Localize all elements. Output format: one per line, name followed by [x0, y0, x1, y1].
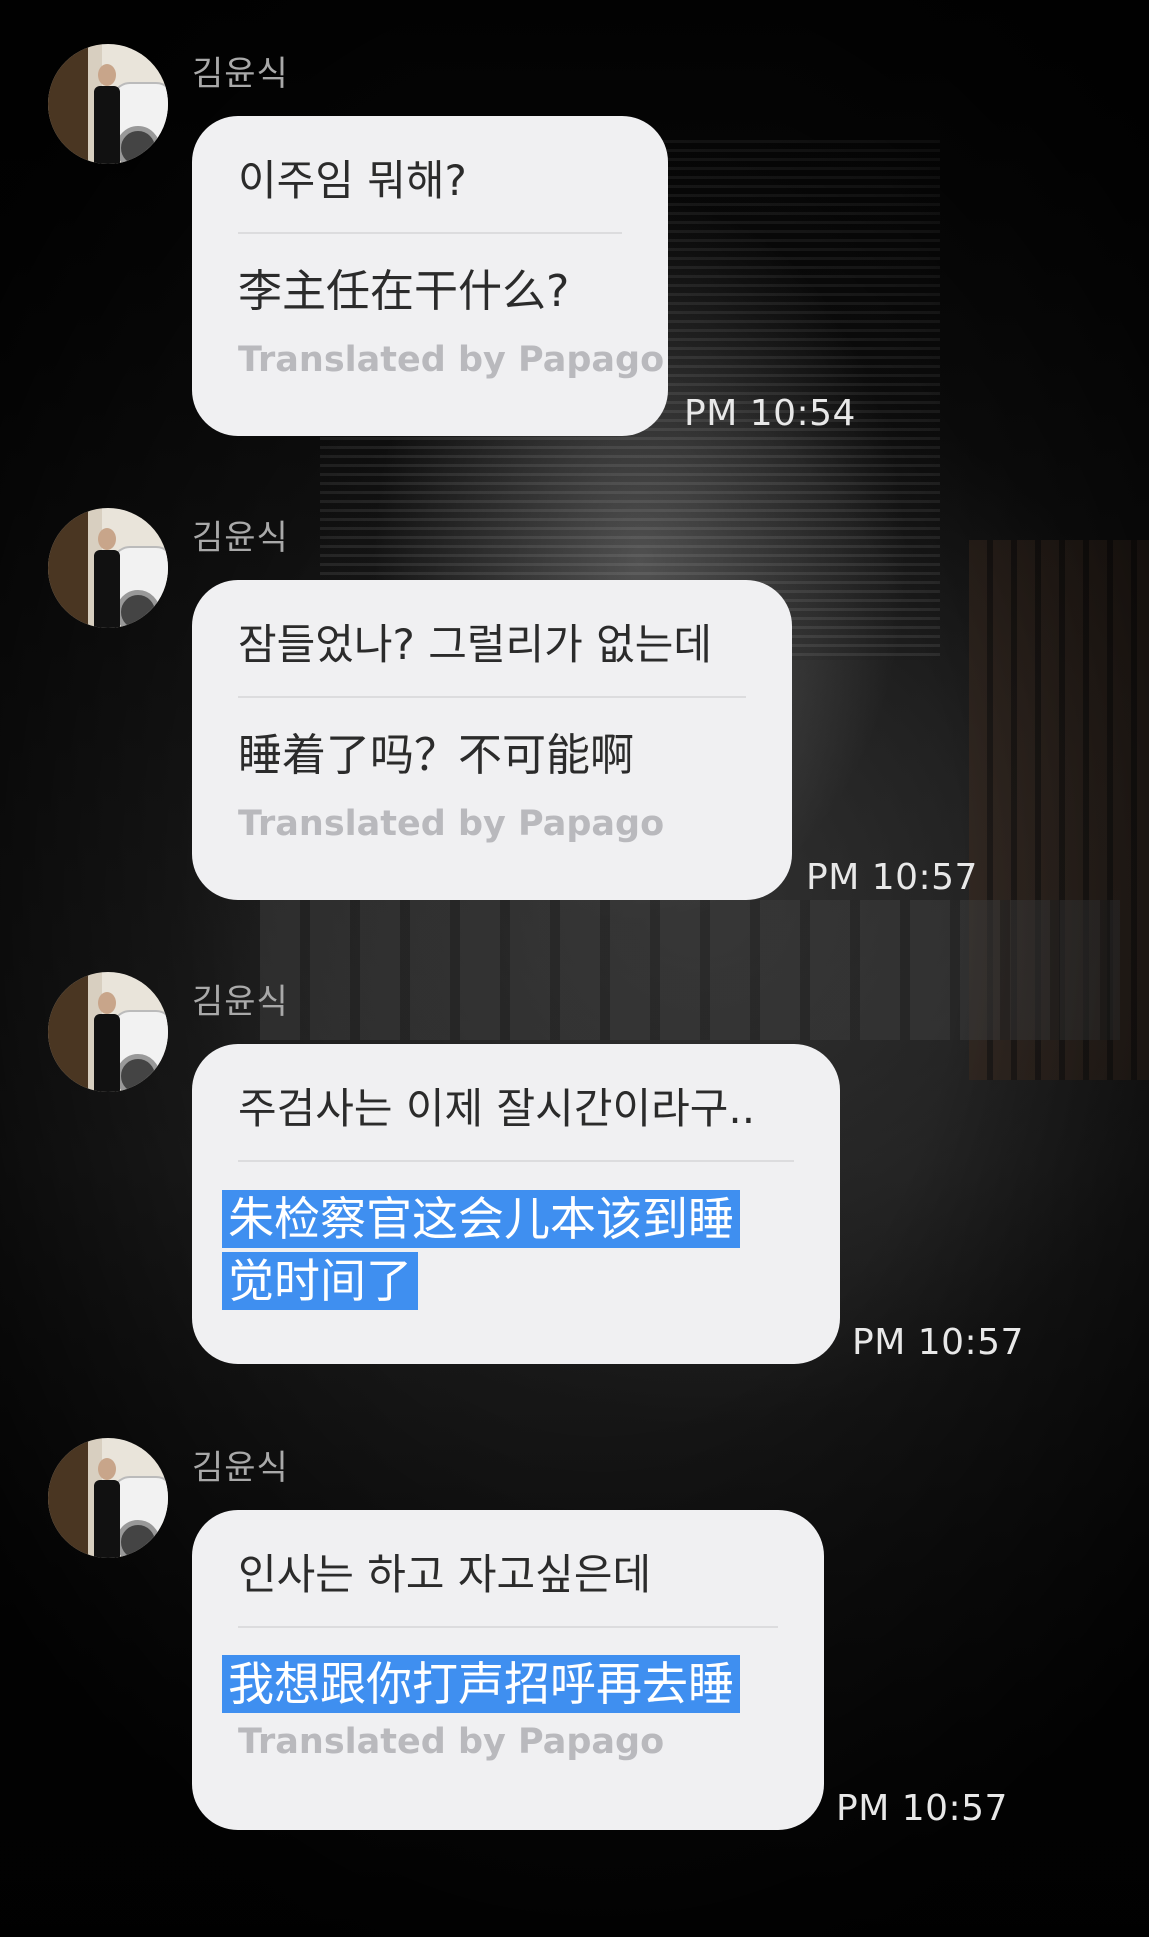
- translation-divider: [238, 1160, 794, 1162]
- original-text: 잠들었나? 그럴리가 없는데: [238, 620, 713, 669]
- sender-name: 김윤식: [192, 1448, 289, 1488]
- selected-translation-line-2: 觉时间了: [222, 1252, 418, 1310]
- message-bubble[interactable]: 인사는 하고 자고싶은데 我想跟你打声招呼再去睡 Translated by P…: [192, 1510, 824, 1830]
- message-time: PM 10:54: [684, 393, 856, 434]
- translation-credit: Translated by Papago: [238, 340, 665, 380]
- message-time: PM 10:57: [806, 857, 978, 898]
- translated-text: 睡着了吗？不可能啊: [238, 730, 634, 781]
- sender-avatar[interactable]: [48, 44, 168, 164]
- original-text: 이주임 뭐해?: [238, 156, 467, 205]
- message-bubble[interactable]: 주검사는 이제 잘시간이라구.. 朱检察官这会儿本该到睡 觉时间了: [192, 1044, 840, 1364]
- original-text: 인사는 하고 자고싶은데: [238, 1550, 652, 1599]
- sender-avatar[interactable]: [48, 508, 168, 628]
- sender-avatar[interactable]: [48, 972, 168, 1092]
- message-bubble[interactable]: 잠들었나? 그럴리가 없는데 睡着了吗？不可能啊 Translated by P…: [192, 580, 792, 900]
- message-time: PM 10:57: [836, 1788, 1008, 1829]
- translated-text: 李主任在干什么?: [238, 266, 570, 317]
- translation-divider: [238, 1626, 778, 1628]
- message-time: PM 10:57: [852, 1322, 1024, 1363]
- translation-divider: [238, 696, 746, 698]
- translation-credit: Translated by Papago: [238, 1722, 665, 1762]
- translation-divider: [238, 232, 622, 234]
- message-bubble[interactable]: 이주임 뭐해? 李主任在干什么? Translated by Papago: [192, 116, 668, 436]
- selected-translation-line-1: 朱检察官这会儿本该到睡: [222, 1190, 740, 1248]
- sender-name: 김윤식: [192, 518, 289, 558]
- sender-name: 김윤식: [192, 54, 289, 94]
- original-text: 주검사는 이제 잘시간이라구..: [238, 1084, 756, 1133]
- selected-translation: 我想跟你打声招呼再去睡: [222, 1655, 740, 1713]
- sender-name: 김윤식: [192, 982, 289, 1022]
- sender-avatar[interactable]: [48, 1438, 168, 1558]
- translation-credit: Translated by Papago: [238, 804, 665, 844]
- translated-text-selected[interactable]: 我想跟你打声招呼再去睡: [222, 1654, 778, 1714]
- translated-text-selected[interactable]: 朱检察官这会儿本该到睡 觉时间了: [222, 1188, 794, 1312]
